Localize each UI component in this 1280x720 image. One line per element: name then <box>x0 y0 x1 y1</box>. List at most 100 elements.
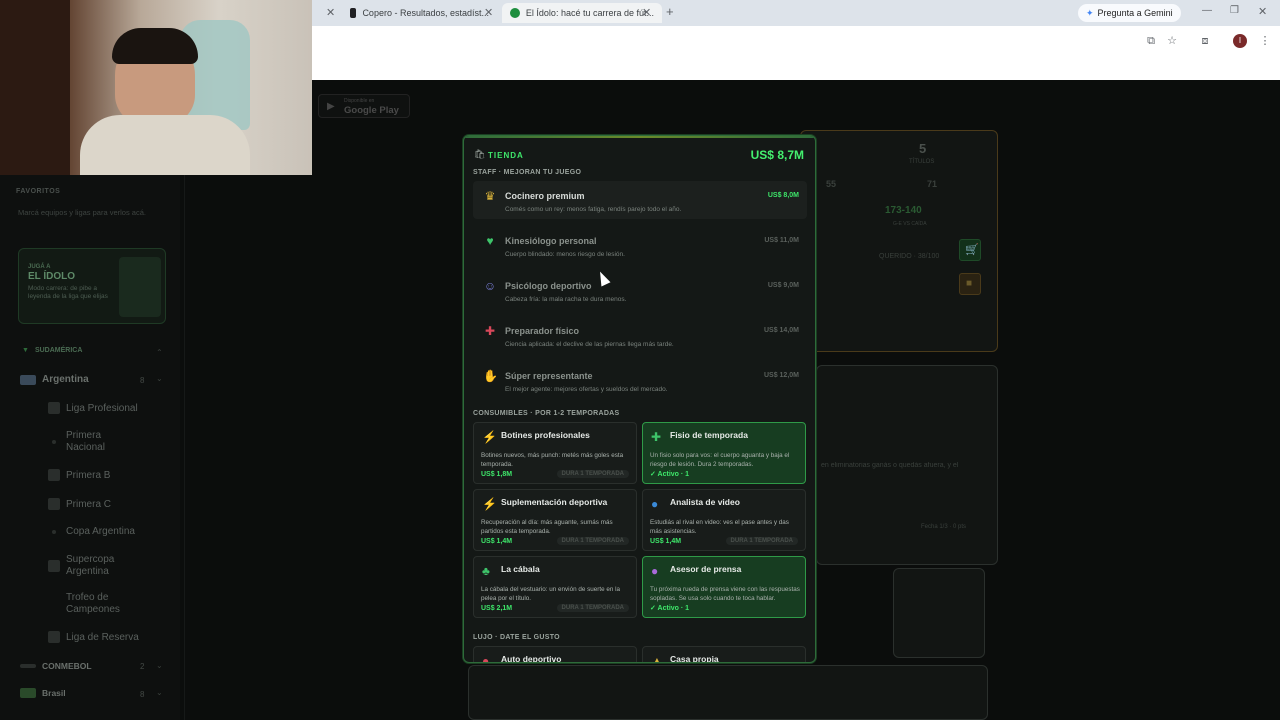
shop-header: 🛍 TIENDA US$ 8,7M <box>464 136 815 172</box>
chevron-down-icon[interactable]: ⌄ <box>156 688 163 697</box>
region-sudamerica[interactable]: ▼ SUDAMÉRICA <box>22 347 82 354</box>
chevron-up-icon[interactable]: ⌃ <box>156 348 163 357</box>
region-label: SUDAMÉRICA <box>34 347 83 354</box>
tab-el-idolo[interactable]: El Ídolo: hacé tu carrera de fút... <box>502 3 662 23</box>
league-label: Copa Argentina <box>66 526 135 537</box>
staff-name: Súper representante <box>505 371 593 381</box>
consumable-card[interactable]: ♣ La cábala La cábala del vestuario: un … <box>473 556 637 618</box>
menu-kebab-icon[interactable]: ⋮ <box>1258 34 1272 48</box>
fecha-text: Fecha 1/3 · 0 pts <box>921 524 967 530</box>
side-widget <box>893 568 985 658</box>
gemini-label: Pregunta a Gemini <box>1097 8 1173 18</box>
staff-name: Cocinero premium <box>505 191 585 201</box>
league-copa-argentina[interactable]: Copa Argentina <box>48 526 135 537</box>
idolo-favicon-icon <box>510 8 520 18</box>
card-duration: DURA 1 TEMPORADA <box>556 604 629 612</box>
luxury-card[interactable]: ▲ Casa propia <box>642 646 806 662</box>
region-conmebol[interactable]: CONMEBOL <box>20 661 92 671</box>
league-primera-c[interactable]: Primera C <box>48 498 111 510</box>
tab-copero[interactable]: Copero - Resultados, estadíst... <box>342 3 497 23</box>
card-duration: DURA 1 TEMPORADA <box>725 537 798 545</box>
bag-button[interactable]: ■ <box>959 273 981 295</box>
elim-text: en eliminatorias ganás o quedás afuera, … <box>821 462 959 469</box>
play-icon: ▶ <box>327 101 335 112</box>
person-icon: ☺ <box>483 279 497 293</box>
staff-item[interactable]: ✋ Súper representante El mejor agente: m… <box>473 361 807 399</box>
browser-tab-bar: ✕ Copero - Resultados, estadíst... ✕ El … <box>312 0 1280 26</box>
dumbbell-icon: ✚ <box>484 324 496 338</box>
card-price: US$ 1,4M <box>481 538 513 545</box>
consumable-card-active[interactable]: ● Asesor de prensa Tu próxima rueda de p… <box>642 556 806 618</box>
league-primera-nacional[interactable]: Primera Nacional <box>48 430 158 454</box>
consumable-card-active[interactable]: ✚ Fisio de temporada Un fisio solo para … <box>642 422 806 484</box>
consumable-card[interactable]: ● Analista de video Estudiás al rival en… <box>642 489 806 551</box>
close-tab-icon[interactable]: ✕ <box>642 6 651 19</box>
consumable-card[interactable]: ⚡ Suplementación deportiva Recuperación … <box>473 489 637 551</box>
staff-item[interactable]: ♛ Cocinero premium Comés como un rey: me… <box>473 181 807 219</box>
staff-name: Preparador físico <box>505 326 580 336</box>
country-argentina[interactable]: Argentina <box>20 374 89 385</box>
dot-icon <box>52 529 56 534</box>
staff-name: Psicólogo deportivo <box>505 281 592 291</box>
left-sidebar: FAVORITOS Marcá equipos y ligas para ver… <box>0 175 180 720</box>
cart-icon: 🛒 <box>965 244 979 256</box>
league-supercopa-argentina[interactable]: Supercopa Argentina <box>48 554 158 578</box>
league-trofeo-campeones[interactable]: Trofeo de Campeones <box>48 592 158 616</box>
clover-icon: ♣ <box>482 564 490 578</box>
shop-budget: US$ 8,7M <box>750 148 804 162</box>
competition-panel: en eliminatorias ganás o quedás afuera, … <box>816 365 998 565</box>
card-name: Asesor de prensa <box>670 564 742 574</box>
card-duration: DURA 1 TEMPORADA <box>556 470 629 478</box>
chevron-down-icon[interactable]: ⌄ <box>156 661 163 670</box>
league-label: Trofeo de Campeones <box>66 592 120 615</box>
minimize-icon[interactable]: — <box>1202 5 1212 16</box>
luxury-card[interactable]: ● Auto deportivo <box>473 646 637 662</box>
card-price: US$ 1,4M <box>650 538 682 545</box>
staff-desc: Ciencia aplicada: el declive de las pier… <box>505 341 674 348</box>
staff-desc: Cuerpo blindado: menos riesgo de lesión. <box>505 251 625 258</box>
country-count: 8 <box>140 376 145 385</box>
close-tab-icon[interactable]: ✕ <box>326 6 335 19</box>
shop-cart-button[interactable]: 🛒 <box>959 239 981 261</box>
staff-item[interactable]: ♥ Kinesiólogo personal Cuerpo blindado: … <box>473 226 807 264</box>
google-play-badge[interactable]: ▶ Disponible en Google Play <box>318 94 410 118</box>
handshake-icon: ✋ <box>483 369 498 383</box>
profile-avatar[interactable]: I <box>1233 34 1247 48</box>
trophy-icon <box>48 560 60 572</box>
promo-desc: Modo carrera: de pibe a leyenda de la li… <box>28 285 108 300</box>
extensions-icon[interactable]: ⧈ <box>1198 34 1212 48</box>
gemini-button[interactable]: ✦ Pregunta a Gemini <box>1078 4 1181 22</box>
tab-label: El Ídolo: hacé tu carrera de fút... <box>525 8 654 18</box>
card-name: Botines profesionales <box>501 430 590 440</box>
brasil-count: 8 <box>140 690 145 699</box>
league-liga-profesional[interactable]: Liga Profesional <box>48 402 138 414</box>
bookmark-star-icon[interactable]: ☆ <box>1165 34 1179 48</box>
titles-count: 5 <box>919 141 927 156</box>
install-app-icon[interactable]: ⧉ <box>1144 34 1158 48</box>
badge-small-text: Disponible en <box>344 98 375 104</box>
close-tab-icon[interactable]: ✕ <box>484 6 493 19</box>
card-name: Fisio de temporada <box>670 430 748 440</box>
staff-item[interactable]: ✚ Preparador físico Ciencia aplicada: el… <box>473 316 807 354</box>
titles-label: TÍTULOS <box>909 159 935 165</box>
new-tab-button[interactable]: + <box>666 4 674 19</box>
card-status: ✓ Activo · 1 <box>650 605 690 612</box>
league-liga-reserva[interactable]: Liga de Reserva <box>48 631 139 643</box>
close-window-icon[interactable]: ✕ <box>1258 5 1267 18</box>
gemini-sparkle-icon: ✦ <box>1086 7 1094 18</box>
webcam-shirt <box>80 115 250 175</box>
chevron-down-icon[interactable]: ⌄ <box>156 374 163 383</box>
staff-heading: STAFF · MEJORAN TU JUEGO <box>473 169 582 176</box>
country-brasil[interactable]: Brasil <box>20 688 66 698</box>
page-top-strip <box>312 56 1280 80</box>
favorites-hint: Marcá equipos y ligas para verlos acá. <box>18 208 146 217</box>
league-label: Liga de Reserva <box>66 631 139 643</box>
card-desc: Recuperación al día: más aguante, sumás … <box>481 519 613 535</box>
league-primera-b[interactable]: Primera B <box>48 469 110 481</box>
copero-favicon-icon <box>350 8 357 18</box>
restore-icon[interactable]: ❐ <box>1230 5 1239 16</box>
staff-item[interactable]: ☺ Psicólogo deportivo Cabeza fría: la ma… <box>473 271 807 309</box>
chef-icon: ♛ <box>484 189 496 203</box>
idolo-promo-card[interactable]: JUGÁ A EL ÍDOLO Modo carrera: de pibe a … <box>18 248 166 324</box>
consumable-card[interactable]: ⚡ Botines profesionales Botines nuevos, … <box>473 422 637 484</box>
